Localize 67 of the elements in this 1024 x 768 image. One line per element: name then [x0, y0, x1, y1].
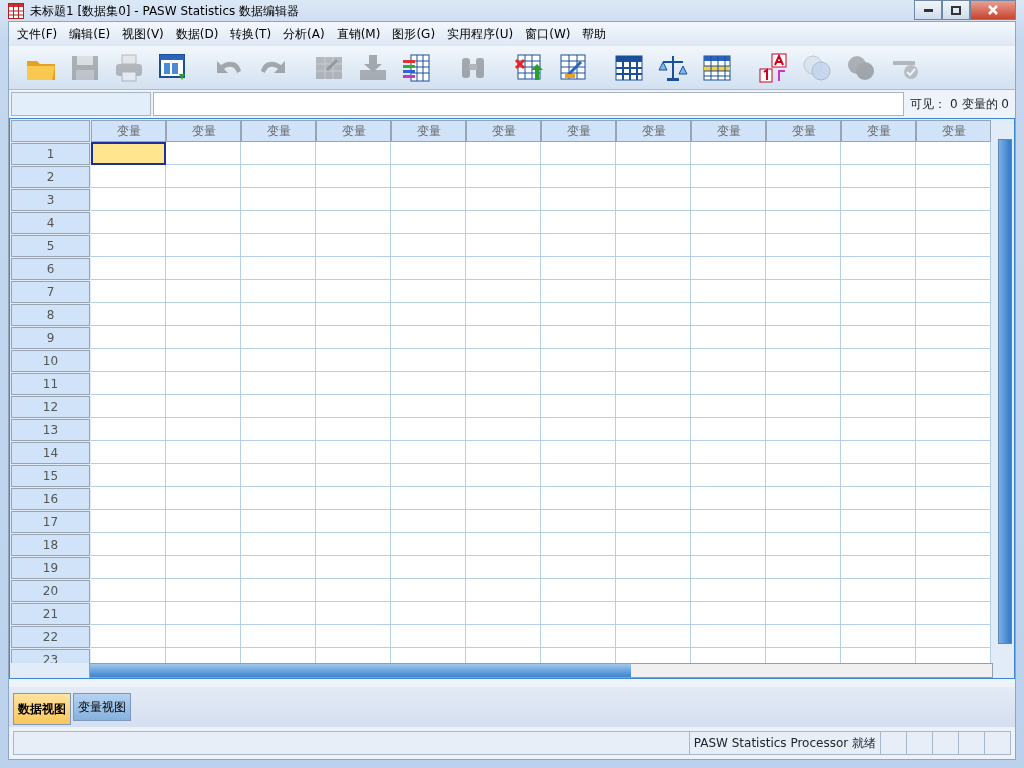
menu-item[interactable]: 视图(V) [116, 25, 170, 43]
window-title: 未标题1 [数据集0] - PASW Statistics 数据编辑器 [30, 2, 300, 20]
menu-item[interactable]: 文件(F) [11, 25, 64, 43]
row-header[interactable]: 11 [11, 373, 90, 395]
menu-item[interactable]: 帮助 [576, 25, 613, 43]
menu-item[interactable]: 实用程序(U) [441, 25, 520, 43]
row-header[interactable]: 4 [11, 212, 90, 234]
row-header[interactable]: 2 [11, 166, 90, 188]
row-header[interactable]: 14 [11, 442, 90, 464]
row-header[interactable]: 22 [11, 626, 90, 648]
row-header[interactable]: 13 [11, 419, 90, 441]
minimize-icon [923, 8, 933, 12]
cell-reference-field[interactable] [11, 92, 151, 116]
cell-value-field[interactable] [153, 92, 905, 116]
menu-item[interactable]: 窗口(W) [519, 25, 577, 43]
row-header[interactable]: 5 [11, 235, 90, 257]
row-header[interactable]: 1 [11, 143, 90, 165]
row-header[interactable]: 10 [11, 350, 90, 372]
row-header[interactable]: 17 [11, 511, 90, 533]
redo-icon [261, 60, 285, 75]
value-labels-icon [757, 51, 789, 84]
menu-item[interactable]: 图形(G) [386, 25, 442, 43]
row-header[interactable]: 7 [11, 281, 90, 303]
maximize-icon [951, 5, 961, 15]
row-header[interactable]: 16 [11, 488, 90, 510]
column-header[interactable]: 变量 [91, 120, 166, 142]
row-header[interactable]: 8 [11, 304, 90, 326]
row-header[interactable]: 6 [11, 258, 90, 280]
menu-item[interactable]: 编辑(E) [63, 25, 117, 43]
minimize-button[interactable] [914, 0, 942, 20]
row-header[interactable]: 9 [11, 327, 90, 349]
row-header[interactable]: 15 [11, 465, 90, 487]
row-header[interactable]: 20 [11, 580, 90, 602]
view-tab[interactable]: 变量视图 [73, 693, 131, 721]
status-text: PASW Statistics Processor 就绪 [688, 732, 880, 754]
column-header[interactable]: 变量 [691, 120, 766, 142]
visible-variables-count: 可见： 0 变量的 0 [909, 96, 1010, 113]
maximize-button[interactable] [942, 0, 970, 20]
close-icon [988, 5, 998, 15]
column-header[interactable]: 变量 [616, 120, 691, 142]
row-header[interactable]: 12 [11, 396, 90, 418]
column-header[interactable]: 变量 [241, 120, 316, 142]
spreadsheet-icon [8, 3, 24, 19]
table-icon [401, 51, 433, 84]
menu-item[interactable]: 分析(A) [277, 25, 331, 43]
undo-icon [217, 60, 241, 75]
column-header[interactable]: 变量 [766, 120, 841, 142]
column-header[interactable]: 变量 [916, 120, 991, 142]
table-cell[interactable] [91, 142, 166, 165]
column-header[interactable]: 变量 [166, 120, 241, 142]
printer-icon [113, 51, 145, 84]
row-header[interactable]: 21 [11, 603, 90, 625]
column-header[interactable]: 变量 [391, 120, 466, 142]
column-header[interactable]: 变量 [466, 120, 541, 142]
close-button[interactable] [970, 0, 1016, 20]
row-header[interactable]: 3 [11, 189, 90, 211]
menu-item[interactable]: 转换(T) [224, 25, 278, 43]
column-header[interactable]: 变量 [541, 120, 616, 142]
menu-item[interactable]: 直销(M) [330, 25, 387, 43]
row-header[interactable]: 18 [11, 534, 90, 556]
view-tab[interactable]: 数据视图 [13, 693, 71, 725]
menu-item[interactable]: 数据(D) [169, 25, 225, 43]
column-header[interactable]: 变量 [841, 120, 916, 142]
vertical-scrollbar[interactable] [998, 139, 1012, 644]
column-header[interactable]: 变量 [316, 120, 391, 142]
row-header[interactable]: 19 [11, 557, 90, 579]
horizontal-scrollbar[interactable] [89, 663, 993, 678]
